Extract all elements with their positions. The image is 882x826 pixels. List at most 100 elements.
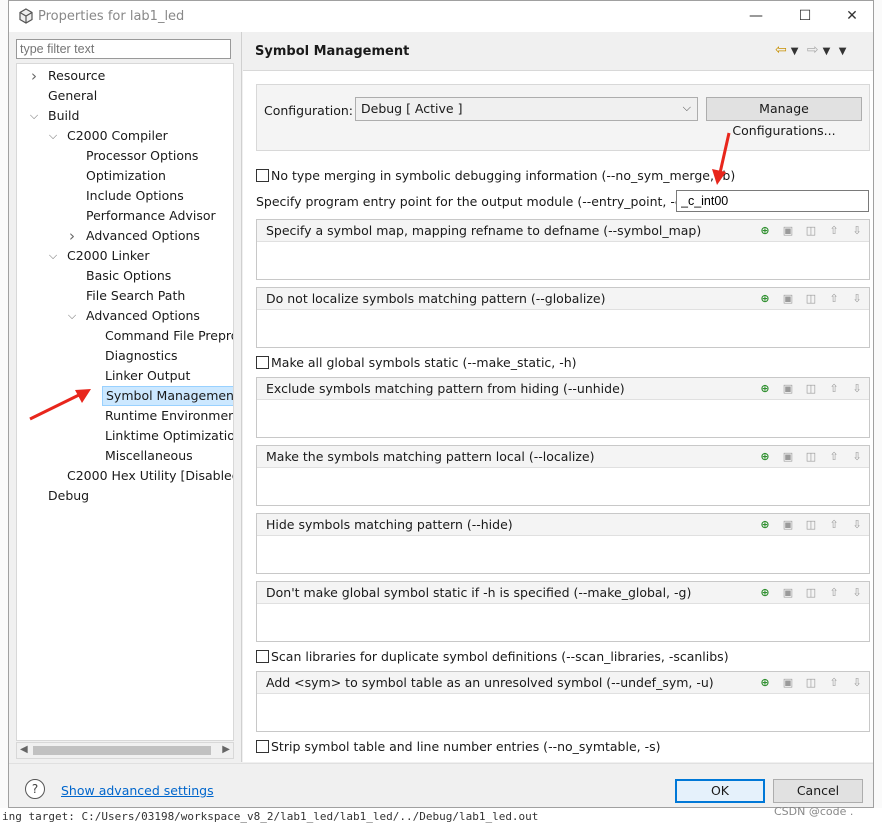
chevron-down-icon[interactable]: ⌵ [66,306,78,326]
scroll-left-icon[interactable]: ◀ [20,744,28,755]
tree-item[interactable]: Optimization [86,166,166,186]
no-sym-merge-option[interactable]: No type merging in symbolic debugging in… [256,168,735,186]
edit-item-icon[interactable]: ◫ [803,517,819,533]
chevron-right-icon[interactable]: › [28,66,40,86]
scan-libraries-checkbox[interactable] [256,650,269,663]
make-static-option[interactable]: Make all global symbols static (--make_s… [256,355,577,373]
move-down-icon[interactable]: ⇩ [849,449,865,465]
tree-item[interactable]: Advanced Options [86,226,200,246]
delete-item-icon[interactable]: ▣ [780,381,796,397]
move-up-icon[interactable]: ⇧ [826,517,842,533]
move-down-icon[interactable]: ⇩ [849,381,865,397]
tree-item[interactable]: Basic Options [86,266,171,286]
chevron-down-icon[interactable]: ⌵ [47,246,59,266]
hide-list[interactable]: Hide symbols matching pattern (--hide) ⊕ ▣… [256,513,870,574]
add-item-icon[interactable]: ⊕ [757,585,773,601]
delete-item-icon[interactable]: ▣ [780,223,796,239]
symbol-map-list[interactable]: Specify a symbol map, mapping refname to… [256,219,870,280]
view-menu-icon[interactable]: ▼ [839,46,847,57]
list-toolbar: ⊕ ▣ ◫ ⇧ ⇩ [750,448,865,465]
tree-item[interactable]: Diagnostics [105,346,178,366]
filter-input[interactable] [16,39,231,59]
tree-item[interactable]: C2000 Linker [67,246,150,266]
chevron-down-icon[interactable]: ⌵ [28,106,40,126]
add-item-icon[interactable]: ⊕ [757,291,773,307]
edit-item-icon[interactable]: ◫ [803,585,819,601]
back-menu-chevron-icon[interactable]: ▼ [791,46,799,57]
add-item-icon[interactable]: ⊕ [757,675,773,691]
move-up-icon[interactable]: ⇧ [826,675,842,691]
tree-item[interactable]: Resource [48,66,105,86]
maximize-button[interactable]: ☐ [790,5,820,27]
globalize-list[interactable]: Do not localize symbols matching pattern… [256,287,870,348]
tree-item[interactable]: Linktime Optimization [105,426,233,446]
edit-item-icon[interactable]: ◫ [803,291,819,307]
tree-item[interactable]: Advanced Options [86,306,200,326]
no-sym-merge-checkbox[interactable] [256,169,269,182]
scroll-thumb[interactable] [33,746,211,755]
tree-item[interactable]: Symbol Management [102,386,233,406]
edit-item-icon[interactable]: ◫ [803,223,819,239]
close-button[interactable]: ✕ [837,5,867,27]
help-icon[interactable]: ? [25,779,45,799]
tree-item[interactable]: C2000 Compiler [67,126,168,146]
no-symtable-checkbox[interactable] [256,740,269,753]
add-item-icon[interactable]: ⊕ [757,449,773,465]
move-up-icon[interactable]: ⇧ [826,585,842,601]
minimize-button[interactable]: — [741,5,771,27]
move-down-icon[interactable]: ⇩ [849,585,865,601]
manage-configurations-button[interactable]: Manage Configurations... [706,97,862,138]
scan-libraries-option[interactable]: Scan libraries for duplicate symbol defi… [256,649,729,667]
make-global-list[interactable]: Don't make global symbol static if -h is… [256,581,870,642]
delete-item-icon[interactable]: ▣ [780,585,796,601]
add-item-icon[interactable]: ⊕ [757,517,773,533]
undef-sym-list[interactable]: Add <sym> to symbol table as an unresolv… [256,671,870,732]
tree-item[interactable]: File Search Path [86,286,185,306]
no-symtable-option[interactable]: Strip symbol table and line number entri… [256,739,661,757]
delete-item-icon[interactable]: ▣ [780,517,796,533]
cancel-button[interactable]: Cancel [773,779,863,803]
move-up-icon[interactable]: ⇧ [826,449,842,465]
tree-item[interactable]: Performance Advisor [86,206,216,226]
localize-list[interactable]: Make the symbols matching pattern local … [256,445,870,506]
add-item-icon[interactable]: ⊕ [757,223,773,239]
back-arrow-icon[interactable]: ⇦ [775,42,787,58]
delete-item-icon[interactable]: ▣ [780,449,796,465]
make-static-checkbox[interactable] [256,356,269,369]
show-advanced-settings-link[interactable]: Show advanced settings [61,783,214,798]
tree-item[interactable]: Include Options [86,186,184,206]
edit-item-icon[interactable]: ◫ [803,675,819,691]
tree-item[interactable]: Command File Preproce [105,326,233,346]
tree-item[interactable]: Debug [48,486,89,506]
tree-item[interactable]: Processor Options [86,146,198,166]
tree-item[interactable]: Runtime Environment [105,406,233,426]
pane-splitter[interactable] [241,32,242,762]
scroll-right-icon[interactable]: ▶ [222,744,230,755]
delete-item-icon[interactable]: ▣ [780,675,796,691]
move-up-icon[interactable]: ⇧ [826,381,842,397]
tree-item[interactable]: Build [48,106,79,126]
forward-menu-chevron-icon[interactable]: ▼ [823,46,831,57]
move-up-icon[interactable]: ⇧ [826,291,842,307]
chevron-down-icon[interactable]: ⌵ [47,126,59,146]
tree-item[interactable]: Miscellaneous [105,446,193,466]
edit-item-icon[interactable]: ◫ [803,381,819,397]
tree-item[interactable]: General [48,86,97,106]
add-item-icon[interactable]: ⊕ [757,381,773,397]
move-up-icon[interactable]: ⇧ [826,223,842,239]
tree-horizontal-scrollbar[interactable]: ◀ ▶ [16,742,234,759]
edit-item-icon[interactable]: ◫ [803,449,819,465]
tree-item[interactable]: C2000 Hex Utility [Disabled] [67,466,233,486]
move-down-icon[interactable]: ⇩ [849,675,865,691]
move-down-icon[interactable]: ⇩ [849,223,865,239]
tree-item[interactable]: Linker Output [105,366,190,386]
entry-point-input[interactable] [676,190,869,212]
configuration-select[interactable]: Debug [ Active ] ⌵ [355,97,698,121]
move-down-icon[interactable]: ⇩ [849,517,865,533]
delete-item-icon[interactable]: ▣ [780,291,796,307]
chevron-right-icon[interactable]: › [66,226,78,246]
unhide-list[interactable]: Exclude symbols matching pattern from hi… [256,377,870,438]
forward-arrow-icon[interactable]: ⇨ [807,42,819,58]
move-down-icon[interactable]: ⇩ [849,291,865,307]
ok-button[interactable]: OK [675,779,765,803]
